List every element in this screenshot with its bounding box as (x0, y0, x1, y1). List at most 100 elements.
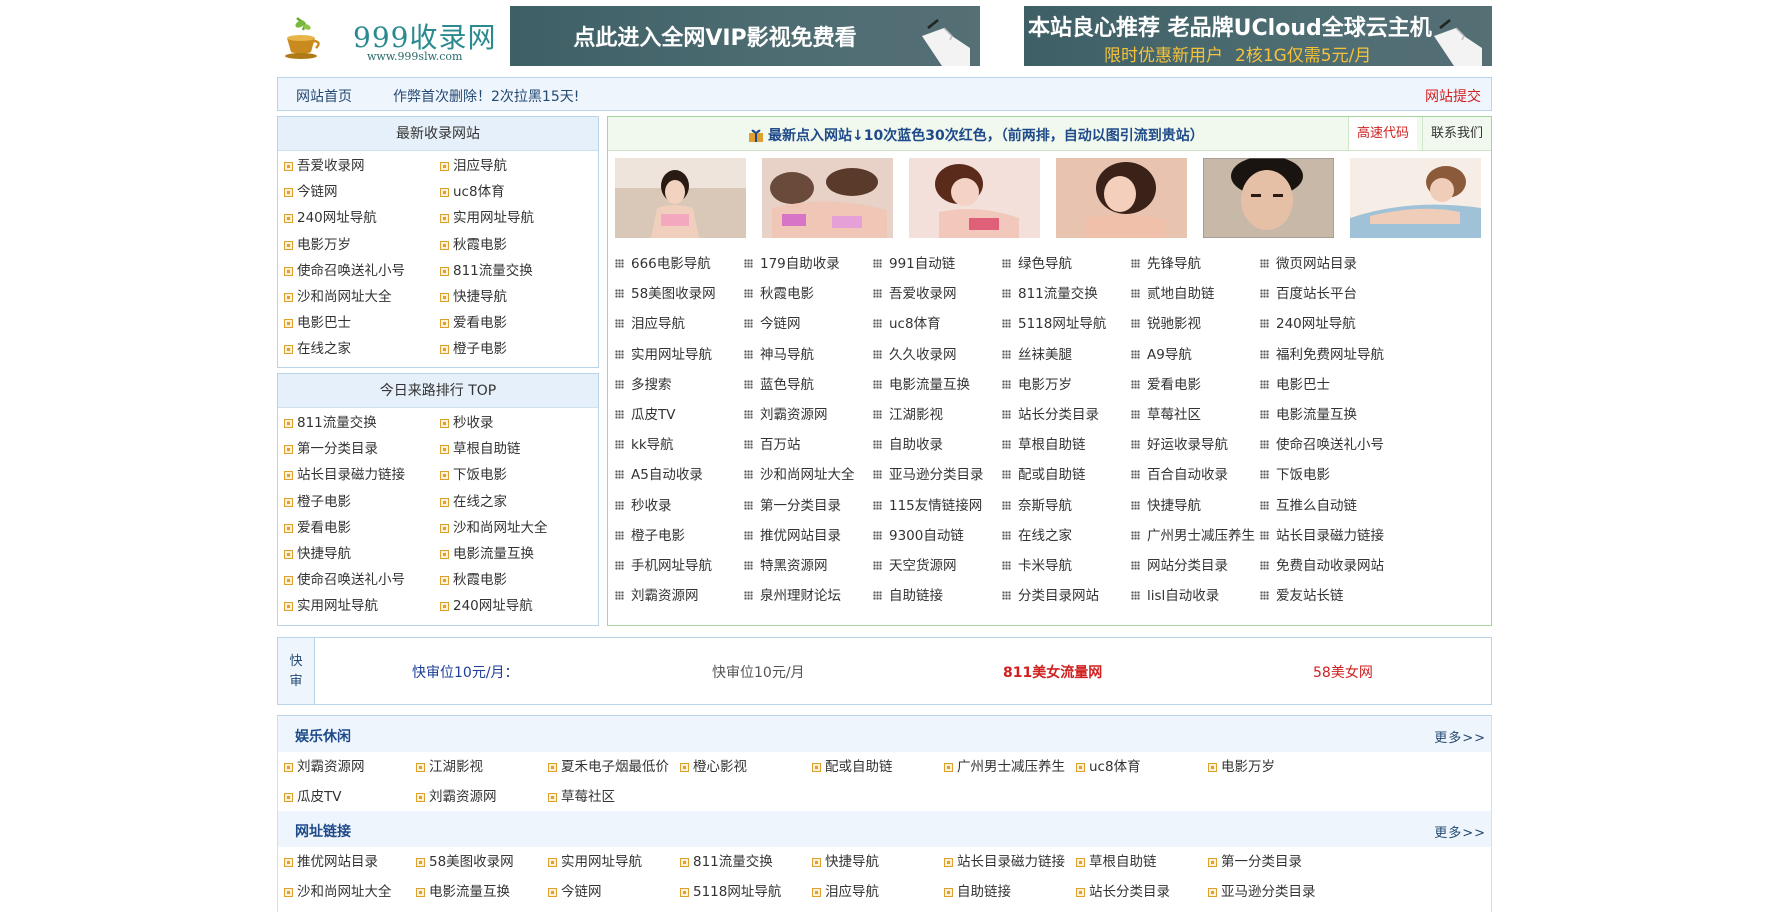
category-link[interactable]: 刘霸资源网 (416, 782, 566, 812)
site-thumbnail[interactable] (615, 158, 746, 238)
category-link[interactable]: 第一分类目录 (1208, 847, 1358, 877)
site-link[interactable]: 特黑资源网 (744, 551, 890, 581)
category-link[interactable]: 江湖影视 (416, 752, 566, 782)
category-link[interactable]: 电影流量互换 (416, 877, 566, 907)
site-link[interactable]: 绿色导航 (1002, 249, 1148, 279)
quick-review-slot[interactable]: 快审位10元/月 (712, 662, 805, 682)
ucloud-banner[interactable]: 本站良心推荐 老品牌UCloud全球云主机 限时优惠新用户 2核1G仅需5元/月 (1024, 6, 1492, 66)
site-thumbnail[interactable] (762, 158, 893, 238)
quick-review-link[interactable]: 58美女网 (1313, 662, 1373, 682)
site-link[interactable]: 福利免费网址导航 (1260, 340, 1406, 370)
site-link[interactable]: 第一分类目录 (744, 491, 890, 521)
category-link[interactable]: 快捷导航 (812, 847, 962, 877)
list-item[interactable]: 电影巴士 (284, 310, 440, 336)
site-link[interactable]: 电影流量互换 (873, 370, 1019, 400)
list-item[interactable]: 橙子电影 (440, 336, 596, 362)
site-link[interactable]: 爱看电影 (1131, 370, 1277, 400)
list-item[interactable]: 实用网址导航 (284, 593, 440, 619)
list-item[interactable]: 爱看电影 (284, 515, 440, 541)
site-link[interactable]: A5自动收录 (615, 460, 761, 490)
more-link[interactable]: 更多>> (1434, 822, 1486, 841)
site-link[interactable]: 互推么自动链 (1260, 491, 1406, 521)
site-link[interactable]: 百万站 (744, 430, 890, 460)
site-link[interactable]: 刘霸资源网 (744, 400, 890, 430)
nav-home-link[interactable]: 网站首页 (296, 86, 352, 106)
site-link[interactable]: 吾爱收录网 (873, 279, 1019, 309)
list-item[interactable]: 秋霞电影 (440, 232, 596, 258)
nav-submit-link[interactable]: 网站提交 (1425, 86, 1481, 106)
site-link[interactable]: 锐驰影视 (1131, 309, 1277, 339)
list-item[interactable]: 第一分类目录 (284, 436, 440, 462)
site-link[interactable]: A9导航 (1131, 340, 1277, 370)
list-item[interactable]: 泪应导航 (440, 153, 596, 179)
list-item[interactable]: 吾爱收录网 (284, 153, 440, 179)
category-link[interactable]: 电影万岁 (1208, 752, 1358, 782)
list-item[interactable]: 在线之家 (284, 336, 440, 362)
quick-review-slot[interactable]: 快审位10元/月： (412, 662, 519, 682)
site-link[interactable]: 实用网址导航 (615, 340, 761, 370)
category-link[interactable]: 广州男士减压养生 (944, 752, 1094, 782)
site-link[interactable]: lisl自动收录 (1131, 581, 1277, 611)
site-link[interactable]: 991自动链 (873, 249, 1019, 279)
site-link[interactable]: 多搜索 (615, 370, 761, 400)
site-link[interactable]: 瓜皮TV (615, 400, 761, 430)
site-thumbnail[interactable] (909, 158, 1040, 238)
site-thumbnail[interactable] (1056, 158, 1187, 238)
site-link[interactable]: 179自助收录 (744, 249, 890, 279)
site-link[interactable]: 卡米导航 (1002, 551, 1148, 581)
site-link[interactable]: 百合自动收录 (1131, 460, 1277, 490)
category-link[interactable]: 草根自助链 (1076, 847, 1226, 877)
category-link[interactable]: 实用网址导航 (548, 847, 698, 877)
site-link[interactable]: 240网址导航 (1260, 309, 1406, 339)
site-link[interactable]: 手机网址导航 (615, 551, 761, 581)
site-link[interactable]: 电影巴士 (1260, 370, 1406, 400)
site-link[interactable]: 使命召唤送礼小号 (1260, 430, 1406, 460)
site-link[interactable]: 奈斯导航 (1002, 491, 1148, 521)
site-link[interactable]: 推优网站目录 (744, 521, 890, 551)
site-thumbnail[interactable] (1350, 158, 1481, 238)
site-link[interactable]: 草根自助链 (1002, 430, 1148, 460)
site-link[interactable]: 自助链接 (873, 581, 1019, 611)
site-link[interactable]: 站长分类目录 (1002, 400, 1148, 430)
site-link[interactable]: 爱友站长链 (1260, 581, 1406, 611)
quick-review-link[interactable]: 811美女流量网 (1003, 662, 1102, 682)
site-link[interactable]: 沙和尚网址大全 (744, 460, 890, 490)
site-link[interactable]: 神马导航 (744, 340, 890, 370)
category-link[interactable]: 站长目录磁力链接 (944, 847, 1094, 877)
category-link[interactable]: 配或自助链 (812, 752, 962, 782)
more-link[interactable]: 更多>> (1434, 727, 1486, 746)
list-item[interactable]: 240网址导航 (284, 205, 440, 231)
site-link[interactable]: 分类目录网站 (1002, 581, 1148, 611)
site-link[interactable]: 115友情链接网 (873, 491, 1019, 521)
site-link[interactable]: 江湖影视 (873, 400, 1019, 430)
list-item[interactable]: 使命召唤送礼小号 (284, 258, 440, 284)
site-link[interactable]: kk导航 (615, 430, 761, 460)
site-link[interactable]: 草莓社区 (1131, 400, 1277, 430)
site-thumbnail[interactable] (1203, 158, 1334, 238)
site-link[interactable]: 刘霸资源网 (615, 581, 761, 611)
list-item[interactable]: 站长目录磁力链接 (284, 462, 440, 488)
site-link[interactable]: 秋霞电影 (744, 279, 890, 309)
site-link[interactable]: 天空货源网 (873, 551, 1019, 581)
site-logo[interactable]: 999收录网 www.999slw.com (283, 12, 503, 66)
site-link[interactable]: 811流量交换 (1002, 279, 1148, 309)
list-item[interactable]: 沙和尚网址大全 (440, 515, 596, 541)
list-item[interactable]: 电影流量互换 (440, 541, 596, 567)
site-link[interactable]: 5118网址导航 (1002, 309, 1148, 339)
site-link[interactable]: 免费自动收录网站 (1260, 551, 1406, 581)
site-link[interactable]: 在线之家 (1002, 521, 1148, 551)
category-link[interactable]: 今链网 (548, 877, 698, 907)
category-link[interactable]: 5118网址导航 (680, 877, 830, 907)
site-link[interactable]: 今链网 (744, 309, 890, 339)
site-link[interactable]: 下饭电影 (1260, 460, 1406, 490)
list-item[interactable]: 秒收录 (440, 410, 596, 436)
site-link[interactable]: uc8体育 (873, 309, 1019, 339)
site-link[interactable]: 电影流量互换 (1260, 400, 1406, 430)
site-link[interactable]: 泉州理财论坛 (744, 581, 890, 611)
list-item[interactable]: 爱看电影 (440, 310, 596, 336)
list-item[interactable]: 今链网 (284, 179, 440, 205)
list-item[interactable]: 240网址导航 (440, 593, 596, 619)
category-link[interactable]: 亚马逊分类目录 (1208, 877, 1358, 907)
category-link[interactable]: 橙心影视 (680, 752, 830, 782)
list-item[interactable]: 在线之家 (440, 489, 596, 515)
